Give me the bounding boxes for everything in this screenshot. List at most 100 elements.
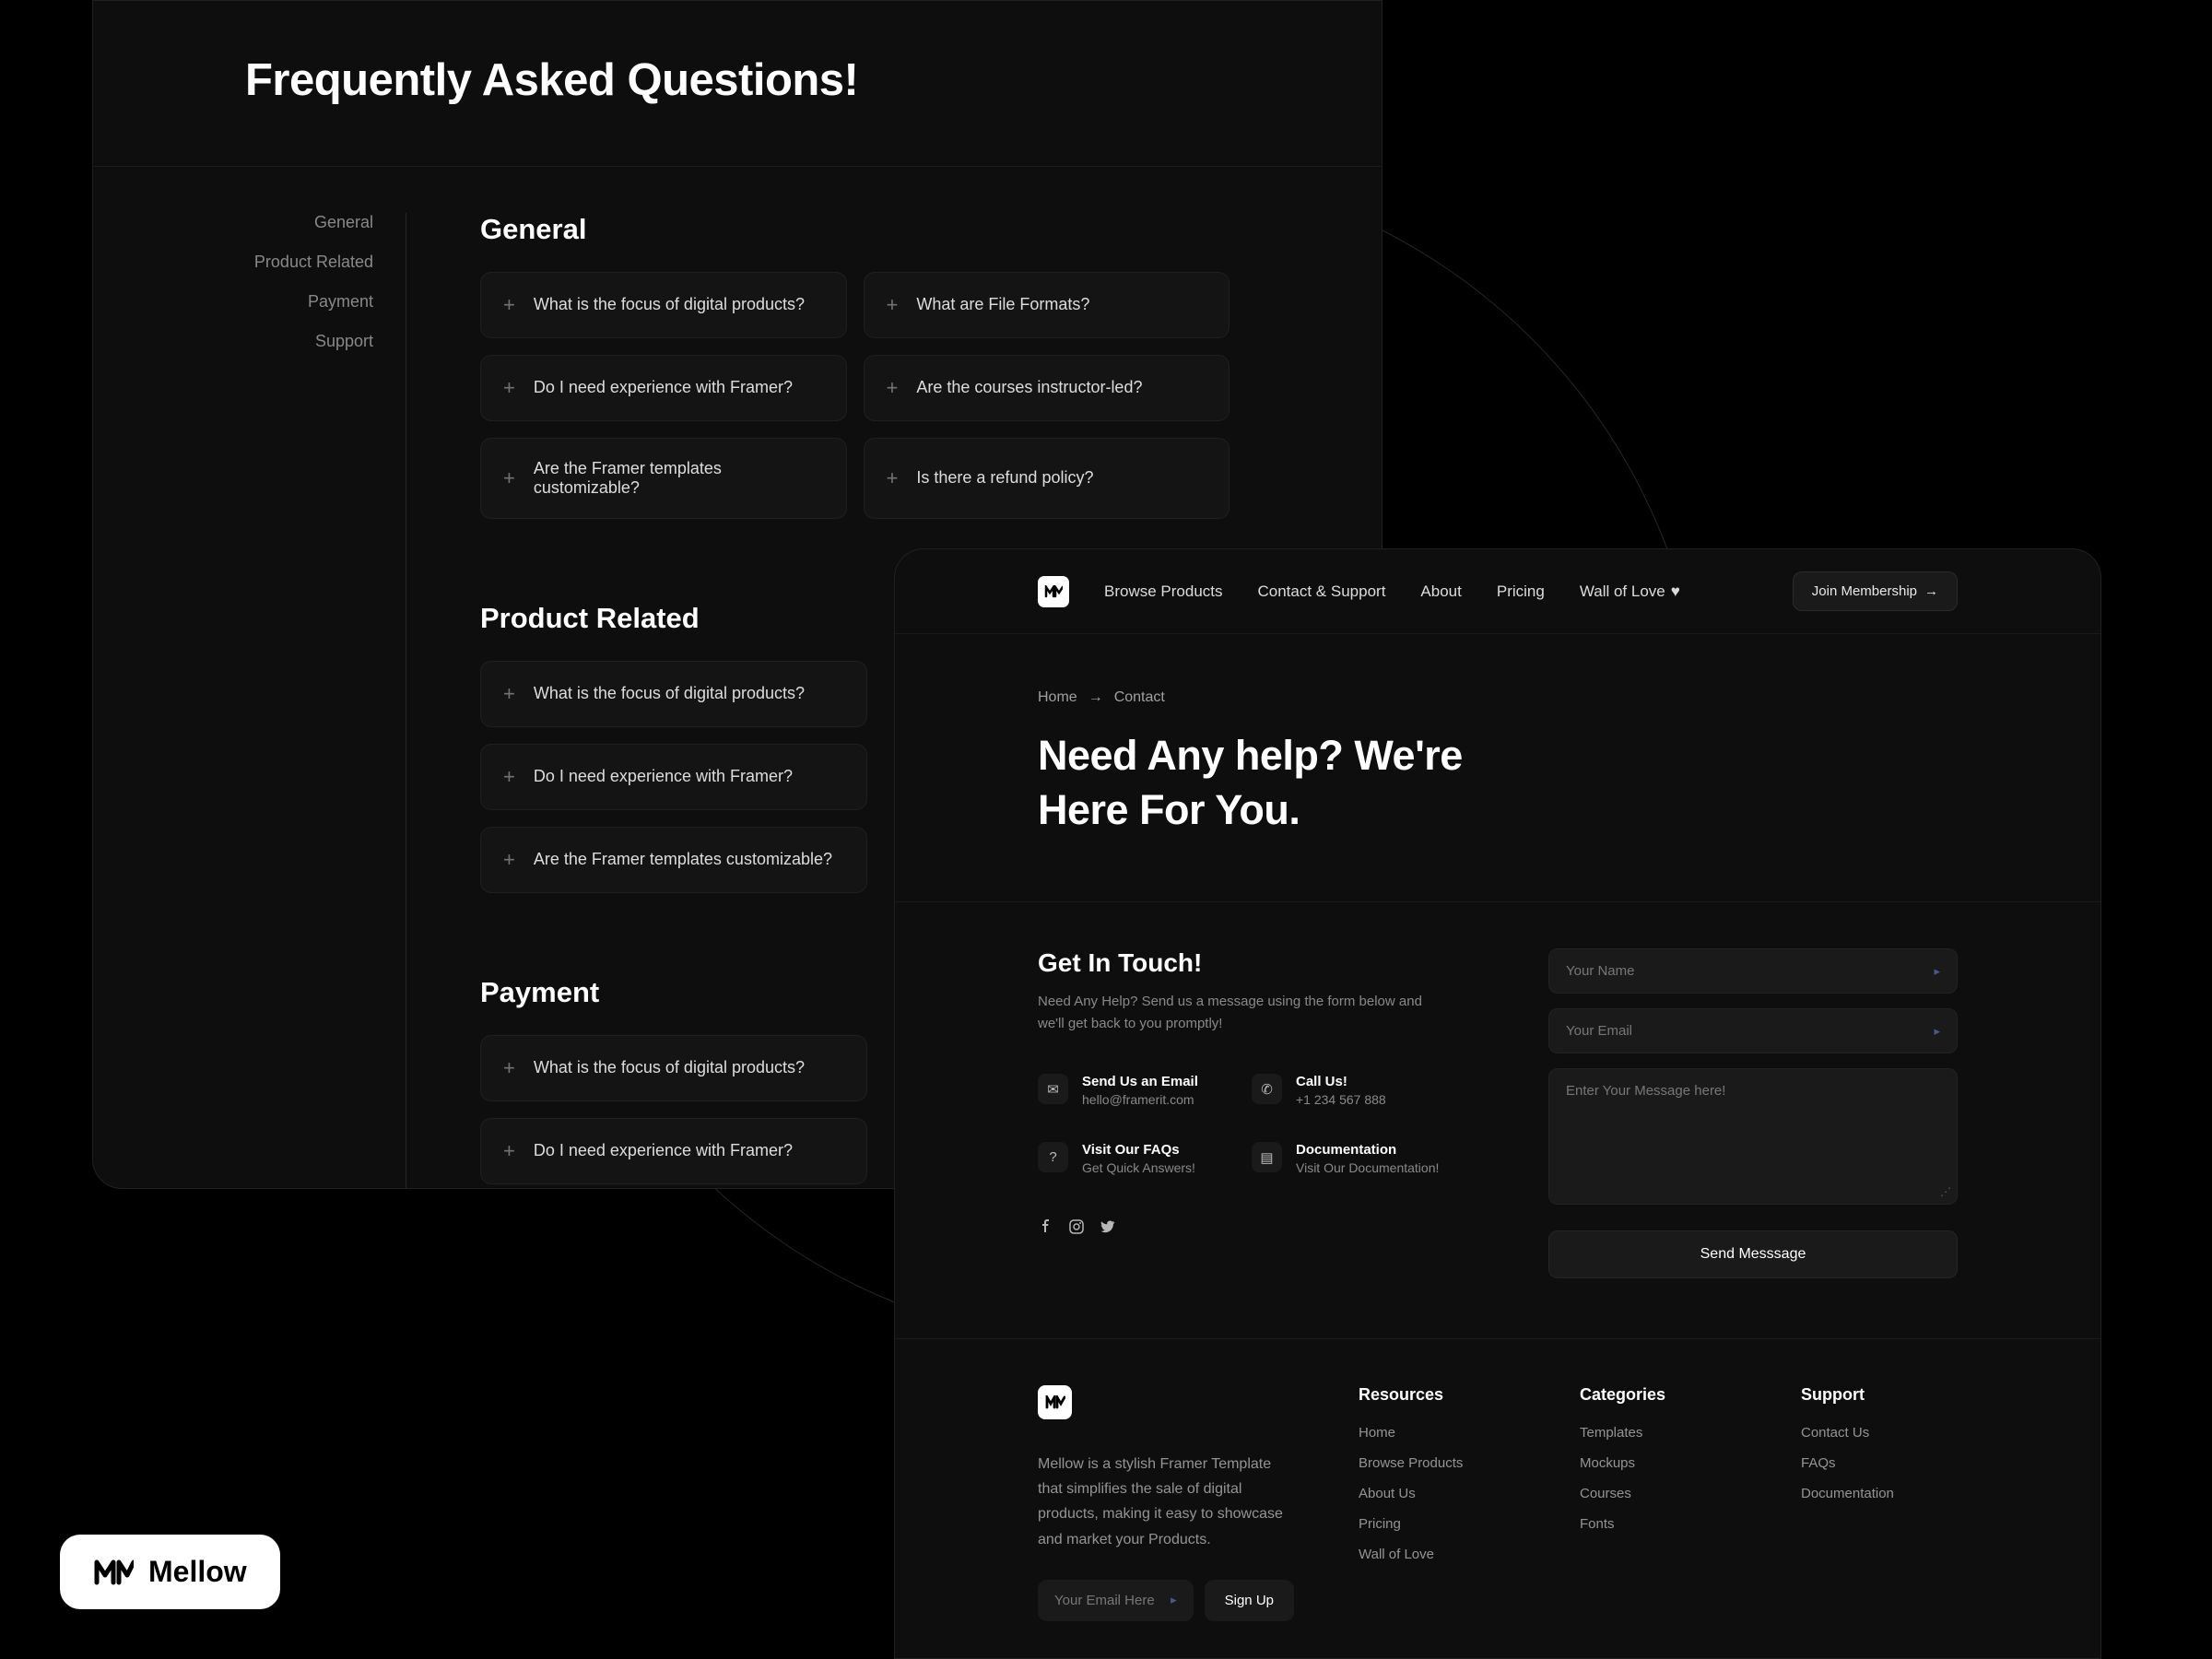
arrow-right-icon: → [1924, 583, 1938, 599]
faq-item-text: What are File Formats? [916, 295, 1089, 314]
contact-item-title: Send Us an Email [1082, 1074, 1198, 1089]
footer-col-title: Support [1801, 1385, 1958, 1405]
chevron-right-icon: → [1088, 689, 1103, 706]
hero: Home → Contact Need Any help? We'reHere … [895, 634, 2100, 902]
instagram-icon[interactable] [1069, 1219, 1084, 1234]
footer-link[interactable]: Mockups [1580, 1455, 1736, 1471]
faq-sidebar-product[interactable]: Product Related [167, 253, 373, 272]
nav-wall[interactable]: Wall of Love♥ [1580, 582, 1680, 601]
facebook-icon[interactable] [1038, 1219, 1053, 1234]
faq-sidebar-support[interactable]: Support [167, 332, 373, 351]
faq-item-text: Are the Framer templates customizable? [534, 850, 832, 869]
contact-faq[interactable]: ? Visit Our FAQs Get Quick Answers! [1038, 1142, 1233, 1175]
input-badge-icon: ▸ [1171, 1593, 1177, 1607]
faq-item[interactable]: + What is the focus of digital products? [480, 272, 847, 338]
footer-logo[interactable] [1038, 1385, 1072, 1419]
footer-link[interactable]: Documentation [1801, 1486, 1958, 1501]
footer-col-categories: Categories Templates Mockups Courses Fon… [1580, 1385, 1736, 1621]
join-label: Join Membership [1812, 583, 1917, 599]
contact-item-sub: +1 234 567 888 [1296, 1092, 1386, 1107]
faq-item-text: Do I need experience with Framer? [534, 767, 793, 786]
question-icon: ? [1038, 1142, 1068, 1172]
footer-col-title: Categories [1580, 1385, 1736, 1405]
contact-item-sub: Visit Our Documentation! [1296, 1160, 1439, 1175]
footer-link[interactable]: Courses [1580, 1486, 1736, 1501]
signup-button[interactable]: Sign Up [1205, 1580, 1294, 1621]
message-textarea[interactable]: Enter Your Message here! ⋰ [1548, 1068, 1958, 1205]
nav-about[interactable]: About [1420, 582, 1461, 601]
contact-docs[interactable]: ▤ Documentation Visit Our Documentation! [1252, 1142, 1447, 1175]
contact-item-sub: hello@framerit.com [1082, 1092, 1198, 1107]
contact-phone[interactable]: ✆ Call Us! +1 234 567 888 [1252, 1074, 1447, 1107]
contact-item-title: Visit Our FAQs [1082, 1142, 1195, 1158]
plus-icon: + [887, 466, 899, 490]
faq-sidebar: General Product Related Payment Support [167, 213, 406, 1189]
faq-item[interactable]: +What is the focus of digital products? [480, 661, 867, 727]
faq-item[interactable]: +Are the courses instructor-led? [864, 355, 1230, 421]
plus-icon: + [503, 848, 515, 872]
footer: Mellow is a stylish Framer Template that… [895, 1339, 2100, 1621]
faq-item[interactable]: +What are File Formats? [864, 272, 1230, 338]
contact-item-sub: Get Quick Answers! [1082, 1160, 1195, 1175]
plus-icon: + [503, 466, 515, 490]
send-button[interactable]: Send Messsage [1548, 1230, 1958, 1278]
email-placeholder: Your Email [1566, 1023, 1632, 1039]
socials [1038, 1219, 1447, 1234]
footer-link[interactable]: About Us [1359, 1486, 1515, 1501]
faq-item[interactable]: + Are the Framer templates customizable? [480, 827, 867, 893]
faq-sidebar-payment[interactable]: Payment [167, 292, 373, 312]
faq-item[interactable]: +Do I need experience with Framer? [480, 355, 847, 421]
faq-item[interactable]: +What is the focus of digital products? [480, 1035, 867, 1101]
footer-link[interactable]: Browse Products [1359, 1455, 1515, 1471]
faq-item[interactable]: +Is there a refund policy? [864, 438, 1230, 519]
footer-link[interactable]: Home [1359, 1425, 1515, 1441]
footer-link[interactable]: Contact Us [1801, 1425, 1958, 1441]
form-right: Your Name ▸ Your Email ▸ Enter Your Mess… [1548, 948, 1958, 1278]
form-desc: Need Any Help? Send us a message using t… [1038, 991, 1447, 1035]
faq-title: Frequently Asked Questions! [245, 52, 1230, 111]
faq-item-text: Do I need experience with Framer? [534, 378, 793, 397]
name-input[interactable]: Your Name ▸ [1548, 948, 1958, 994]
join-button[interactable]: Join Membership → [1793, 571, 1958, 611]
faq-section-general: General +What is the focus of digital pr… [480, 213, 1230, 519]
breadcrumb-home[interactable]: Home [1038, 689, 1077, 706]
mellow-badge[interactable]: Mellow [60, 1535, 280, 1609]
email-input[interactable]: Your Email ▸ [1548, 1008, 1958, 1053]
nav-contact[interactable]: Contact & Support [1258, 582, 1386, 601]
footer-link[interactable]: Templates [1580, 1425, 1736, 1441]
breadcrumb-current: Contact [1114, 689, 1165, 706]
contact-email[interactable]: ✉ Send Us an Email hello@framerit.com [1038, 1074, 1233, 1107]
logo[interactable] [1038, 576, 1069, 607]
plus-icon: + [503, 1139, 515, 1163]
footer-desc: Mellow is a stylish Framer Template that… [1038, 1452, 1294, 1552]
footer-col-title: Resources [1359, 1385, 1515, 1405]
input-badge-icon: ▸ [1934, 964, 1940, 979]
faq-item[interactable]: + Are the Framer templates customizable? [480, 438, 847, 519]
faq-item-text: What is the focus of digital products? [534, 295, 805, 314]
nav-browse[interactable]: Browse Products [1104, 582, 1223, 601]
footer-link[interactable]: Wall of Love [1359, 1547, 1515, 1562]
plus-icon: + [503, 293, 515, 317]
footer-link[interactable]: FAQs [1801, 1455, 1958, 1471]
faq-item-text: Do I need experience with Framer? [534, 1141, 793, 1160]
twitter-icon[interactable] [1100, 1219, 1115, 1234]
contact-grid: ✉ Send Us an Email hello@framerit.com ✆ … [1038, 1074, 1447, 1175]
plus-icon: + [887, 376, 899, 400]
nav-pricing[interactable]: Pricing [1497, 582, 1545, 601]
message-placeholder: Enter Your Message here! [1566, 1083, 1725, 1099]
faq-item-text: Are the Framer templates customizable? [534, 459, 824, 498]
input-badge-icon: ▸ [1934, 1024, 1940, 1039]
navbar: Browse Products Contact & Support About … [895, 549, 2100, 634]
footer-col-resources: Resources Home Browse Products About Us … [1359, 1385, 1515, 1621]
faq-sidebar-general[interactable]: General [167, 213, 373, 232]
faq-item[interactable]: +Do I need experience with Framer? [480, 744, 867, 810]
footer-email-input[interactable]: Your Email Here ▸ [1038, 1580, 1194, 1621]
contact-item-title: Documentation [1296, 1142, 1439, 1158]
faq-item[interactable]: + Do I need experience with Framer? [480, 1118, 867, 1184]
footer-link[interactable]: Fonts [1580, 1516, 1736, 1532]
footer-link[interactable]: Pricing [1359, 1516, 1515, 1532]
resize-handle-icon[interactable]: ⋰ [1940, 1185, 1951, 1198]
contact-item-title: Call Us! [1296, 1074, 1386, 1089]
nav-wall-label: Wall of Love [1580, 582, 1665, 601]
mellow-badge-text: Mellow [148, 1555, 247, 1589]
